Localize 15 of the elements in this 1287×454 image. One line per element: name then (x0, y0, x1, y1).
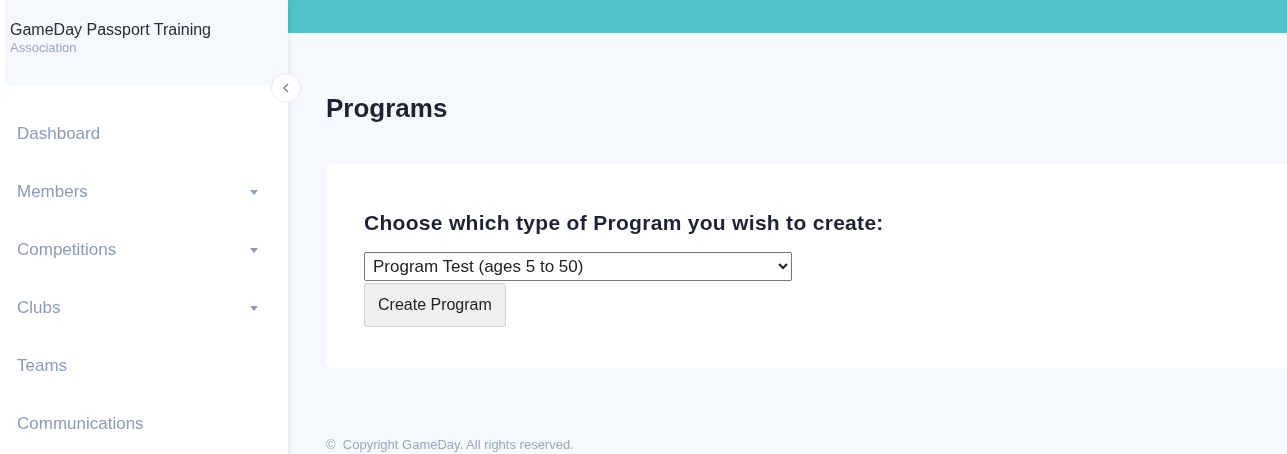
page-title: Programs (326, 91, 449, 125)
chevron-left-icon (282, 83, 290, 93)
sidebar-item[interactable]: Members (5, 163, 288, 221)
sidebar-item[interactable]: Communications (5, 395, 288, 453)
collapse-sidebar-button[interactable] (271, 73, 301, 103)
org-type: Association (10, 40, 78, 56)
create-program-button[interactable]: Create Program (364, 283, 506, 327)
sidebar-item[interactable]: Competitions (5, 221, 288, 279)
org-name: GameDay Passport Training (10, 20, 212, 40)
program-type-select[interactable]: Program Test (ages 5 to 50) (364, 252, 792, 281)
sidebar-item[interactable]: Clubs (5, 279, 288, 337)
card-heading: Choose which type of Program you wish to create: (364, 209, 884, 236)
sidebar-item[interactable]: Teams (5, 337, 288, 395)
copyright-text: © Copyright GameDay. All rights reserved. (326, 435, 575, 454)
sidebar-item[interactable]: Dashboard (5, 105, 288, 163)
